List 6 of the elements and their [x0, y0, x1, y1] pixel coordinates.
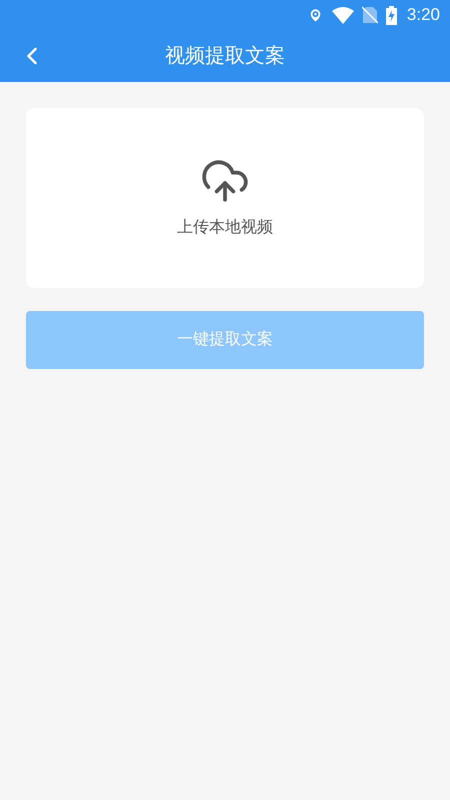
- battery-charging-icon: [386, 6, 397, 24]
- wifi-icon: [332, 6, 354, 24]
- status-time: 3:20: [406, 4, 440, 26]
- page-title: 视频提取文案: [165, 44, 285, 69]
- upload-card[interactable]: 上传本地视频: [26, 108, 424, 288]
- no-sim-icon: [362, 6, 378, 24]
